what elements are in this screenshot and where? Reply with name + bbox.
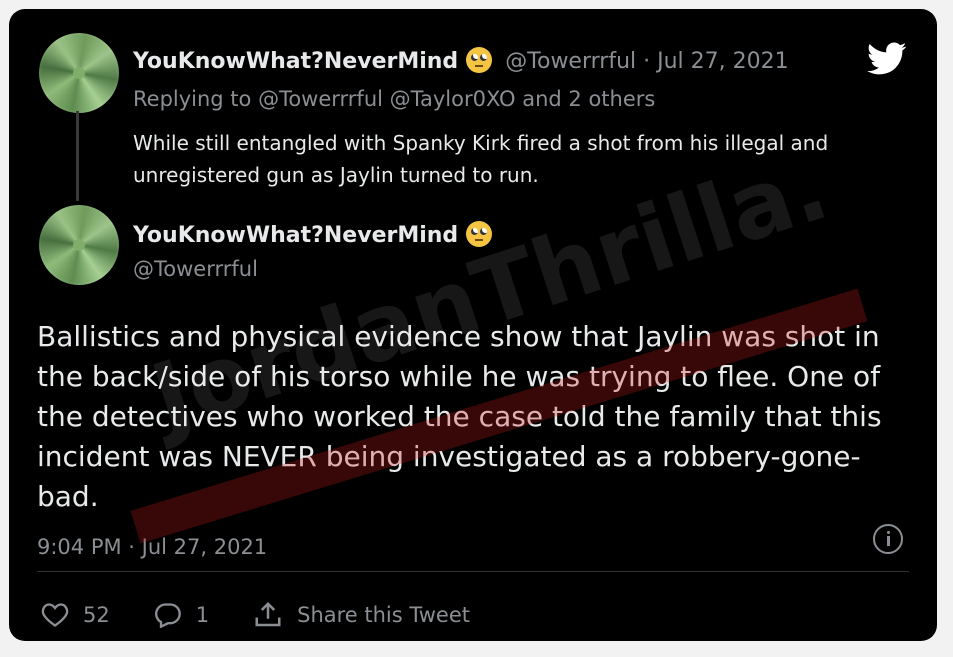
timestamp[interactable]: 9:04 PM · Jul 27, 2021 [37,535,267,559]
avatar[interactable] [39,33,119,113]
thread-line [76,111,79,201]
display-name[interactable]: YouKnowWhat?NeverMind [133,49,458,74]
reply-button[interactable]: 1 [154,602,209,628]
twitter-bird-icon[interactable] [867,42,907,76]
reply-tweet-header: YouKnowWhat?NeverMind @Towerrrful · Jul … [133,47,789,74]
share-button[interactable]: Share this Tweet [253,601,470,629]
main-tweet-text: Ballistics and physical evidence show th… [37,320,882,513]
share-icon [255,601,281,627]
avatar[interactable] [39,205,119,285]
handle[interactable]: @Towerrrful [133,257,258,281]
like-button[interactable]: 52 [41,602,110,628]
tweet-card: YouKnowWhat?NeverMind @Towerrrful · Jul … [9,9,937,641]
info-icon[interactable] [873,524,903,554]
divider [37,571,909,572]
reply-tweet-text: While still entangled with Spanky Kirk f… [133,131,829,187]
reply-bubble-icon [154,603,181,628]
heart-icon [41,603,69,627]
main-tweet-header: YouKnowWhat?NeverMind [133,221,493,248]
handle-and-date[interactable]: @Towerrrful · Jul 27, 2021 [505,49,788,74]
action-bar: 52 1 Share this Tweet [41,593,514,637]
share-label: Share this Tweet [297,603,470,627]
replying-to[interactable]: Replying to @Towerrrful @Taylor0XO and 2… [133,87,655,111]
rolling-eyes-emoji-icon [466,47,493,73]
rolling-eyes-emoji-icon [466,221,493,247]
reply-count: 1 [195,603,210,627]
like-count: 52 [83,603,110,627]
display-name[interactable]: YouKnowWhat?NeverMind [133,223,458,248]
